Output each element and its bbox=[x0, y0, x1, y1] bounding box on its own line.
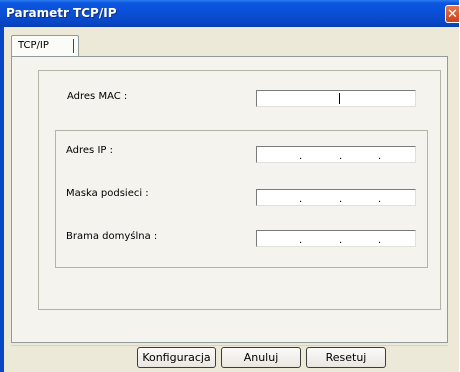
close-button[interactable]: ✕ bbox=[445, 5, 459, 23]
ip-separator: . bbox=[378, 151, 382, 162]
mac-address-field[interactable] bbox=[256, 90, 416, 107]
reset-button[interactable]: Resetuj bbox=[306, 347, 386, 368]
default-gateway-label: Brama domyślna : bbox=[66, 231, 158, 242]
subnet-mask-label: Maska podsieci : bbox=[66, 188, 149, 199]
mac-address-label: Adres MAC : bbox=[67, 91, 128, 102]
default-gateway-field[interactable]: . . . bbox=[256, 230, 416, 247]
ip-address-field[interactable]: . . . bbox=[256, 146, 416, 163]
tcpip-dialog: Parametr TCP/IP ✕ TCP/IP Adres MAC : Adr… bbox=[0, 0, 459, 372]
mask-separator: . bbox=[339, 194, 343, 205]
ip-separator: . bbox=[299, 151, 303, 162]
close-icon: ✕ bbox=[447, 7, 458, 22]
cancel-button[interactable]: Anuluj bbox=[221, 347, 301, 368]
mask-separator: . bbox=[378, 194, 382, 205]
title-bar[interactable]: Parametr TCP/IP ✕ bbox=[0, 0, 459, 27]
tab-tcpip[interactable]: TCP/IP bbox=[11, 35, 79, 57]
gateway-separator: . bbox=[378, 235, 382, 246]
tab-label: TCP/IP bbox=[18, 40, 49, 51]
gateway-separator: . bbox=[339, 235, 343, 246]
window-frame-left bbox=[0, 27, 4, 372]
window-title: Parametr TCP/IP bbox=[6, 6, 117, 20]
ip-separator: . bbox=[339, 151, 343, 162]
ip-address-label: Adres IP : bbox=[66, 145, 113, 156]
subnet-mask-field[interactable]: . . . bbox=[256, 189, 416, 206]
tab-separator bbox=[73, 39, 74, 53]
configure-button[interactable]: Konfiguracja bbox=[137, 347, 216, 368]
button-divider bbox=[11, 345, 448, 346]
gateway-separator: . bbox=[299, 235, 303, 246]
text-caret bbox=[339, 93, 340, 104]
mask-separator: . bbox=[299, 194, 303, 205]
